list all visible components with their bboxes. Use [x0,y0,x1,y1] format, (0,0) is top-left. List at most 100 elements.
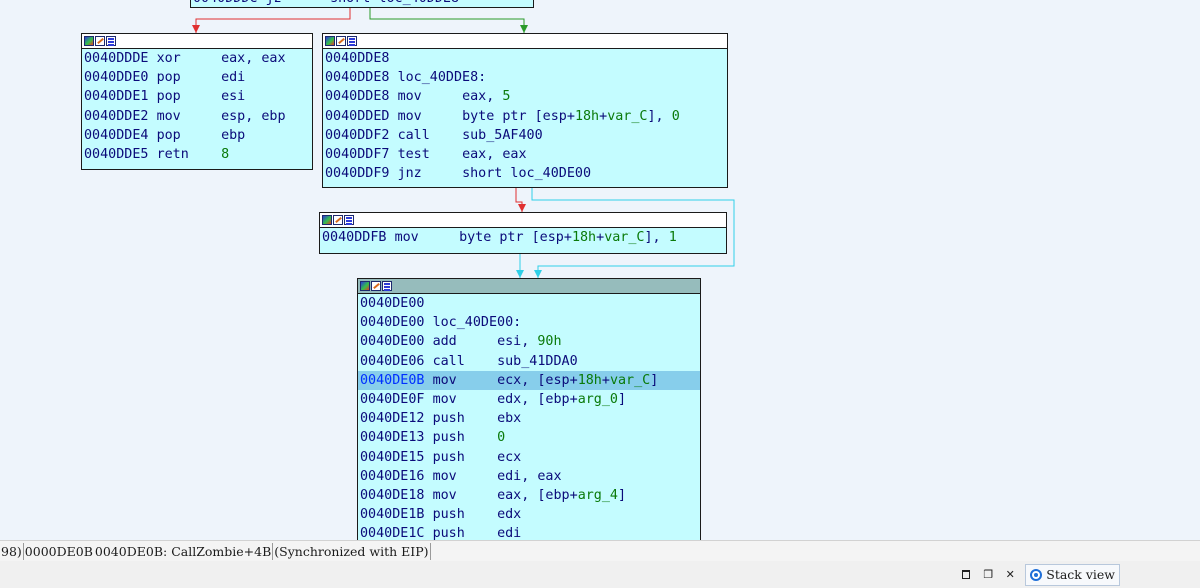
address: 0040DDE8 [325,51,390,66]
mnemonic: jnz [397,166,422,182]
graph-overview-icon[interactable] [347,36,357,46]
instruction-line[interactable]: 0040DE1B push edx [360,505,700,524]
operand-lbl[interactable]: short loc_40DE00 [462,166,591,181]
float-icon[interactable]: ❐ [977,564,999,586]
instruction-line[interactable]: 0040DE15 push ecx [360,448,700,467]
mnemonic: xor [156,51,181,66]
restore-icon[interactable] [955,564,977,586]
address: 0040DE13 [360,430,425,446]
instruction-line[interactable]: 0040DDE8 loc_40DDE8: [325,68,727,87]
instruction-line[interactable]: 0040DDE4 pop ebp [84,126,312,145]
color-palette-icon[interactable] [322,215,332,225]
status-offset: 0000DE0B [24,543,93,559]
address: 0040DE18 [360,487,425,503]
mnemonic: push [432,526,465,540]
operand-reg: edx, [ebp+ [497,391,578,407]
edge-true-to-loc-40dde8-arrowhead [520,25,528,33]
graph-view[interactable]: 0040DDDC jz short loc_40DDE8 0040DDDE xo… [0,0,1200,540]
selected-instruction-line[interactable]: 0040DE0B mov ecx, [esp+18h+var_C] [358,370,700,390]
operand-reg: ebp [221,127,246,143]
edge-jnz-to-loc-40de00-arrowhead [534,270,542,278]
instruction-line[interactable]: 0040DDE8 [325,49,727,68]
mnemonic: mov [156,108,181,124]
rename-icon[interactable] [371,281,381,291]
address: 0040DDE2 [84,108,149,124]
tab-stack-view[interactable]: Stack view [1025,563,1120,586]
instruction-line[interactable]: 0040DDF9 jnz short loc_40DE00 [325,164,727,183]
instruction-line[interactable]: 0040DE1C push edi [360,524,700,540]
code-label[interactable]: loc_40DDE8: [398,70,487,85]
operand-lbl[interactable]: sub_41DDA0 [497,354,578,369]
instruction-line[interactable]: 0040DDE8 mov eax, 5 [325,87,727,106]
status-bar: 98) 0000DE0B 0040DE0B: CallZombie+4B (Sy… [0,540,1200,561]
operand-var[interactable]: arg_0 [578,392,618,407]
graph-overview-icon[interactable] [106,36,116,46]
instruction-line[interactable]: 0040DE00 loc_40DE00: [360,313,700,332]
address: 0040DDE8 [325,89,390,105]
instruction-line[interactable]: 0040DDE0 pop edi [84,68,312,87]
operand-lbl[interactable]: sub_5AF400 [462,128,543,143]
operand-var[interactable]: var_C [604,230,644,245]
address: 0040DDED [325,108,390,124]
instruction-line[interactable]: 0040DDDE xor eax, eax [84,49,312,68]
instruction-line[interactable]: 0040DE12 push ebx [360,409,700,428]
instruction-line[interactable]: 0040DDE2 mov esp, ebp [84,107,312,126]
mnemonic: mov [432,391,457,407]
operand-reg: ecx [497,449,522,465]
graph-overview-icon[interactable] [344,215,354,225]
instruction-line[interactable]: 0040DE18 mov eax, [ebp+arg_4] [360,486,700,505]
mnemonic: mov [432,372,457,388]
block-body: 0040DDDE xor eax, eax 0040DDE0 pop edi 004… [82,49,312,164]
rename-icon[interactable] [333,215,343,225]
instruction-line[interactable]: 0040DDE5 retn 8 [84,145,312,164]
code-label[interactable]: loc_40DE00: [433,315,522,330]
operand-num: 90h [537,334,562,350]
instruction-line[interactable]: 0040DDDC jz short loc_40DDE8 [193,0,533,7]
instruction-line[interactable]: 0040DDFB mov byte ptr [esp+18h+var_C], 1 [322,228,726,247]
operand-var[interactable]: var_C [607,109,647,124]
basic-block-loc-40de00[interactable]: 0040DE00 0040DE00 loc_40DE00: 0040DE00 add… [357,278,701,540]
address: 0040DDE0 [84,70,149,86]
edge-true-to-loc-40dde8 [369,8,525,33]
operand-reg: byte ptr [esp+ [459,230,572,245]
operand-var[interactable]: arg_4 [578,488,618,503]
operand-reg: ] [618,391,627,407]
operand-num: 1 [668,230,677,245]
instruction-line[interactable]: 0040DDE1 pop esi [84,87,312,106]
instruction-line[interactable]: 0040DE00 add esi, 90h [360,332,700,351]
basic-block-top[interactable]: 0040DDDC jz short loc_40DDE8 [190,0,534,8]
operand-num: 0 [497,430,506,446]
block-header [82,34,312,49]
mnemonic: mov [432,468,457,484]
instruction-line[interactable]: 0040DE00 [360,294,700,313]
instruction-line[interactable]: 0040DDED mov byte ptr [esp+18h+var_C], 0 [325,107,727,126]
basic-block-epilogue[interactable]: 0040DDDE xor eax, eax 0040DDE0 pop edi 004… [81,33,313,170]
operand-reg: eax, eax [462,146,527,162]
instruction-line[interactable]: 0040DE16 mov edi, eax [360,467,700,486]
address: 0040DE00 [360,296,425,311]
edge-false-to-epilogue [195,8,351,33]
basic-block-loc-40dde8[interactable]: 0040DDE8 0040DDE8 loc_40DDE8: 0040DDE8 mov… [322,33,728,188]
basic-block-mov-var-c[interactable]: 0040DDFB mov byte ptr [esp+18h+var_C], 1 [319,212,727,254]
color-palette-icon[interactable] [84,36,94,46]
instruction-line[interactable]: 0040DE06 call sub_41DDA0 [360,352,700,371]
rename-icon[interactable] [95,36,105,46]
status-separator [429,542,431,560]
operand-reg: edx [497,507,522,523]
operand-lbl[interactable]: short loc_40DDE8 [330,0,459,6]
block-body: 0040DDFB mov byte ptr [esp+18h+var_C], 1 [320,228,726,247]
mnemonic: call [432,353,465,369]
instruction-line[interactable]: 0040DDF2 call sub_5AF400 [325,126,727,145]
color-palette-icon[interactable] [325,36,335,46]
instruction-line[interactable]: 0040DDF7 test eax, eax [325,145,727,164]
rename-icon[interactable] [336,36,346,46]
operand-var[interactable]: var_C [610,373,650,388]
graph-overview-icon[interactable] [382,281,392,291]
instruction-line[interactable]: 0040DE13 push 0 [360,428,700,447]
color-palette-icon[interactable] [360,281,370,291]
status-location: 0040DE0B: CallZombie+4B [94,543,272,559]
close-icon[interactable]: ✕ [999,564,1021,586]
instruction-line[interactable]: 0040DE0F mov edx, [ebp+arg_0] [360,390,700,409]
address: 0040DE12 [360,411,425,427]
operand-reg: edi [221,70,246,86]
